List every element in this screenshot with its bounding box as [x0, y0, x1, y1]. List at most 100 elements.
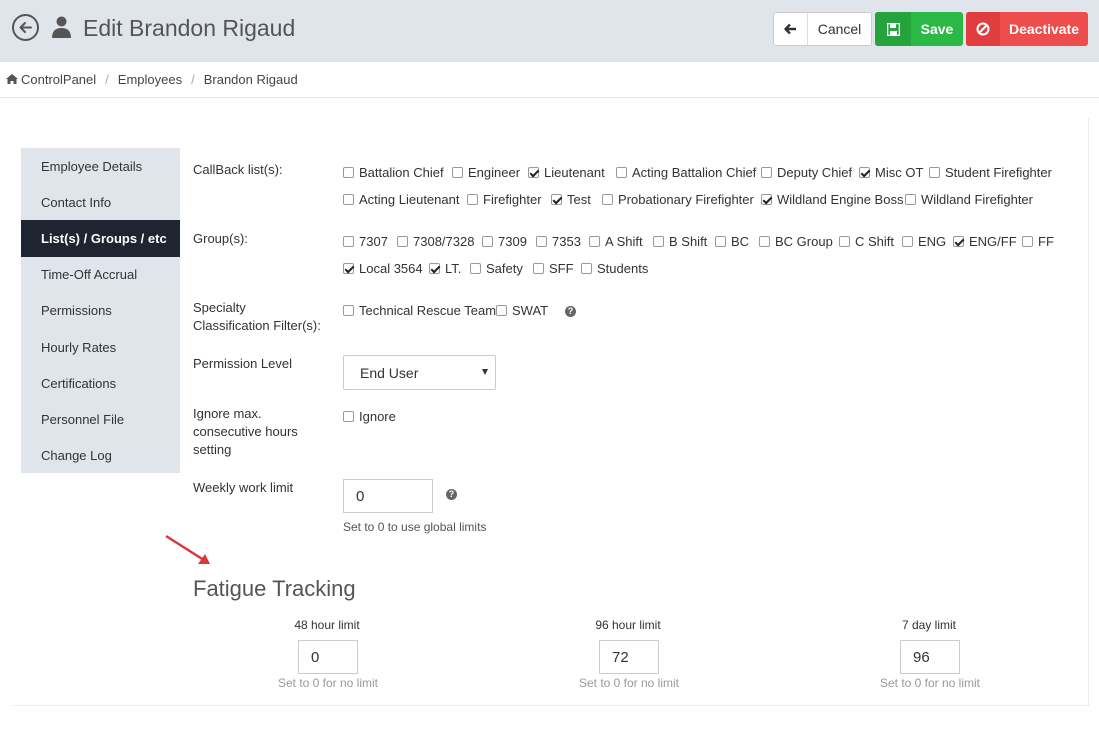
checkbox-box[interactable]: [343, 194, 354, 205]
callback-checkbox[interactable]: Deputy Chief: [761, 165, 852, 180]
permission-level-select[interactable]: End User: [343, 355, 496, 390]
checkbox-box[interactable]: [467, 194, 478, 205]
callback-checkbox[interactable]: Wildland Engine Boss: [761, 192, 903, 207]
help-icon[interactable]: ?: [446, 489, 457, 500]
checkbox-box[interactable]: [902, 236, 913, 247]
group-checkbox[interactable]: 7353: [536, 234, 581, 249]
checkbox-box[interactable]: [761, 194, 772, 205]
callback-checkbox[interactable]: Battalion Chief: [343, 165, 444, 180]
checkbox-box[interactable]: [715, 236, 726, 247]
callback-checkbox[interactable]: Engineer: [452, 165, 520, 180]
checkbox-box[interactable]: [551, 194, 562, 205]
checkbox-box[interactable]: [602, 194, 613, 205]
group-checkbox[interactable]: FF: [1022, 234, 1054, 249]
callback-checkbox[interactable]: Test: [551, 192, 591, 207]
callback-checkbox[interactable]: Acting Lieutenant: [343, 192, 459, 207]
checkbox-box[interactable]: [482, 236, 493, 247]
ignore-checkbox[interactable]: Ignore: [343, 409, 396, 424]
specialty-checkbox[interactable]: Technical Rescue Team: [343, 303, 496, 318]
sidebar-item-change-log[interactable]: Change Log: [21, 438, 180, 474]
group-checkbox[interactable]: BC: [715, 234, 749, 249]
group-checkbox[interactable]: ENG: [902, 234, 946, 249]
callback-checkbox[interactable]: Lieutenant: [528, 165, 605, 180]
checkbox-box[interactable]: [905, 194, 916, 205]
specialty-checkbox[interactable]: SWAT: [496, 303, 548, 318]
checkbox-box[interactable]: [761, 167, 772, 178]
group-checkbox[interactable]: ENG/FF: [953, 234, 1017, 249]
checkbox-box[interactable]: [452, 167, 463, 178]
deactivate-button[interactable]: Deactivate: [966, 12, 1088, 46]
group-checkbox[interactable]: C Shift: [839, 234, 894, 249]
sidebar-item-certifications[interactable]: Certifications: [21, 365, 180, 401]
group-checkbox[interactable]: LT.: [429, 261, 461, 276]
96-hour-limit-label: 96 hour limit: [595, 618, 661, 632]
checkbox-box[interactable]: [429, 263, 440, 274]
group-checkbox[interactable]: Students: [581, 261, 648, 276]
checkbox-box[interactable]: [616, 167, 627, 178]
checkbox-box[interactable]: [397, 236, 408, 247]
weekly-work-limit-label: Weekly work limit: [193, 480, 294, 495]
home-icon: [6, 72, 18, 87]
checkbox-box[interactable]: [343, 167, 354, 178]
group-checkbox[interactable]: B Shift: [653, 234, 707, 249]
checkbox-box[interactable]: [343, 411, 354, 422]
48-hour-limit-input[interactable]: 0: [298, 640, 358, 674]
deactivate-label: Deactivate: [1008, 21, 1080, 37]
sidebar-item-lists-groups[interactable]: List(s) / Groups / etc: [21, 220, 180, 257]
floppy-disk-icon: [875, 12, 911, 46]
checkbox-box[interactable]: [929, 167, 940, 178]
save-button[interactable]: Save: [875, 12, 963, 46]
group-checkbox[interactable]: A Shift: [589, 234, 643, 249]
checkbox-box[interactable]: [759, 236, 770, 247]
callback-checkbox[interactable]: Wildland Firefighter: [905, 192, 1033, 207]
checkbox-box[interactable]: [343, 305, 354, 316]
checkbox-box[interactable]: [528, 167, 539, 178]
sidebar-item-time-off-accrual[interactable]: Time-Off Accrual: [21, 257, 180, 293]
7-day-limit-label: 7 day limit: [901, 618, 957, 632]
sidebar-item-hourly-rates[interactable]: Hourly Rates: [21, 329, 180, 365]
weekly-work-limit-input[interactable]: 0: [343, 479, 433, 513]
checkbox-box[interactable]: [839, 236, 850, 247]
checkbox-box[interactable]: [859, 167, 870, 178]
checkbox-box[interactable]: [533, 263, 544, 274]
group-checkbox[interactable]: 7309: [482, 234, 527, 249]
caret-down-icon: [482, 369, 488, 375]
breadcrumb-controlpanel[interactable]: ControlPanel: [21, 72, 96, 87]
checkbox-box[interactable]: [581, 263, 592, 274]
sidebar-item-personnel-file[interactable]: Personnel File: [21, 401, 180, 437]
checkbox-box[interactable]: [953, 236, 964, 247]
help-icon[interactable]: ?: [565, 306, 576, 317]
breadcrumb-employees[interactable]: Employees: [118, 72, 182, 87]
cancel-button[interactable]: Cancel: [773, 12, 872, 46]
group-checkbox[interactable]: 7307: [343, 234, 388, 249]
96-hour-limit-input[interactable]: 72: [599, 640, 659, 674]
fatigue-tracking-title: Fatigue Tracking: [193, 576, 356, 601]
save-label: Save: [920, 21, 954, 37]
group-checkbox[interactable]: SFF: [533, 261, 574, 276]
group-checkbox[interactable]: 7308/7328: [397, 234, 474, 249]
checkbox-box[interactable]: [343, 236, 354, 247]
group-checkbox[interactable]: Safety: [470, 261, 523, 276]
sidebar-item-contact-info[interactable]: Contact Info: [21, 184, 180, 220]
checkbox-box[interactable]: [343, 263, 354, 274]
7-day-limit-input[interactable]: 96: [900, 640, 960, 674]
checkbox-box[interactable]: [536, 236, 547, 247]
breadcrumb-divider: [0, 97, 1099, 98]
checkbox-box[interactable]: [496, 305, 507, 316]
group-checkbox[interactable]: Local 3564: [343, 261, 423, 276]
callback-checkbox[interactable]: Student Firefighter: [929, 165, 1052, 180]
checkbox-box[interactable]: [470, 263, 481, 274]
back-arrow-icon[interactable]: [12, 14, 39, 41]
breadcrumb-current: Brandon Rigaud: [203, 72, 298, 87]
group-checkbox[interactable]: BC Group: [759, 234, 833, 249]
checkbox-box[interactable]: [653, 236, 664, 247]
callback-checkbox[interactable]: Probationary Firefighter: [602, 192, 754, 207]
sidebar-item-employee-details[interactable]: Employee Details: [21, 148, 180, 184]
sidebar-item-permissions[interactable]: Permissions: [21, 293, 180, 329]
callback-checkbox[interactable]: Misc OT: [859, 165, 923, 180]
callback-checkbox[interactable]: Firefighter: [467, 192, 542, 207]
callback-checkbox[interactable]: Acting Battalion Chief: [616, 165, 756, 180]
breadcrumb: ControlPanel / Employees / Brandon Rigau…: [6, 72, 298, 87]
checkbox-box[interactable]: [589, 236, 600, 247]
checkbox-box[interactable]: [1022, 236, 1033, 247]
